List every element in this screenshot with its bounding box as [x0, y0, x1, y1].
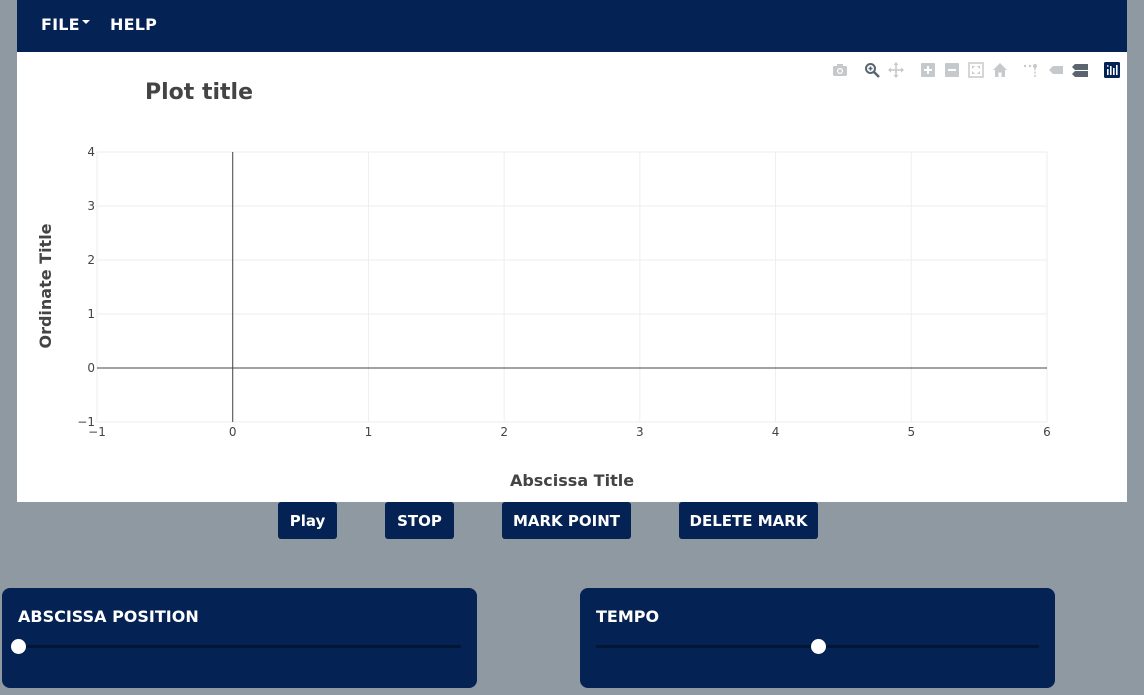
abscissa-position-thumb[interactable] — [11, 639, 26, 654]
stop-button[interactable]: STOP — [385, 502, 454, 539]
top-navbar: FILE HELP — [17, 0, 1127, 52]
y-tick-label: 1 — [87, 307, 95, 321]
play-button[interactable]: Play — [278, 502, 337, 539]
tempo-label: TEMPO — [596, 607, 660, 626]
plot-area[interactable]: −1 0 1 2 3 4 5 6−101234 Abscissa Title Ordinate… — [17, 52, 1127, 502]
zoom-in-icon[interactable] — [920, 62, 936, 78]
delete-mark-button[interactable]: DELETE MARK — [679, 502, 818, 539]
caret-down-icon — [81, 19, 90, 24]
file-menu-label: FILE — [41, 15, 80, 34]
spike-lines-icon[interactable] — [1022, 62, 1038, 78]
y-tick-label: −1 — [77, 415, 95, 429]
tempo-card: TEMPO — [580, 588, 1055, 688]
y-axis-title: Ordinate Title — [36, 223, 55, 348]
x-tick-label: 0 — [229, 425, 237, 439]
y-tick-label: 0 — [87, 361, 95, 375]
file-menu[interactable]: FILE — [41, 15, 90, 34]
y-tick-label: 3 — [87, 199, 95, 213]
abscissa-position-label: ABSCISSA POSITION — [18, 607, 199, 626]
x-tick-label: 1 — [365, 425, 373, 439]
x-tick-label: 2 — [500, 425, 508, 439]
autoscale-icon[interactable] — [968, 62, 984, 78]
zoom-out-icon[interactable] — [944, 62, 960, 78]
plot-title: Plot title — [145, 80, 253, 105]
y-tick-label: 2 — [87, 253, 95, 267]
pan-icon[interactable] — [888, 62, 904, 78]
reset-axes-icon[interactable] — [992, 62, 1008, 78]
abscissa-position-track[interactable] — [11, 639, 461, 654]
camera-icon[interactable] — [832, 62, 848, 78]
help-menu[interactable]: HELP — [110, 15, 157, 34]
y-tick-label: 4 — [87, 145, 95, 159]
x-tick-label: 5 — [907, 425, 915, 439]
plotly-logo-icon[interactable] — [1104, 62, 1120, 78]
modebar — [821, 62, 1121, 78]
plot-panel: −1 0 1 2 3 4 5 6 −1 0 1 2 3 4 Abscissa Title Ordinate… — [17, 52, 1127, 502]
zoom-icon[interactable] — [864, 62, 880, 78]
x-tick-label: 3 — [636, 425, 644, 439]
tempo-track[interactable] — [596, 639, 1039, 654]
x-tick-label: 6 — [1043, 425, 1051, 439]
x-tick-label: 4 — [772, 425, 780, 439]
x-axis-title: Abscissa Title — [510, 471, 634, 490]
abscissa-position-card: ABSCISSA POSITION — [2, 588, 477, 688]
tempo-thumb[interactable] — [810, 639, 826, 654]
hover-closest-icon[interactable] — [1048, 62, 1064, 78]
hover-compare-icon[interactable] — [1072, 62, 1088, 78]
mark-point-button[interactable]: MARK POINT — [502, 502, 631, 539]
